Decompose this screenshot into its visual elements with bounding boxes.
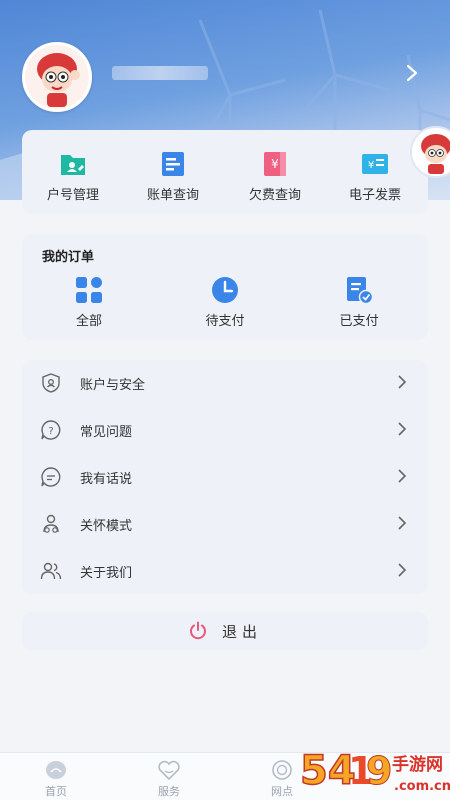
orders-title: 我的订单 [42,250,95,265]
menu-item-label: 关怀模式 [80,519,133,534]
logout-inner: 退出 [22,612,428,650]
menu-item-label: 我有话说 [80,472,133,487]
chat-icon [41,467,61,487]
quick-item-label: 欠费查询 [248,188,301,203]
question-icon: ? [41,420,61,440]
quick-item-label: 户号管理 [46,188,99,203]
svg-text:¥: ¥ [271,157,279,171]
chevron-right-icon [398,375,407,389]
shield-icon [42,373,60,393]
order-item-all[interactable]: 全部 [44,276,134,329]
logout-button[interactable]: 退出 [22,612,428,650]
quick-item-e-invoice[interactable]: ¥ 电子发票 [330,150,420,203]
account-id-icon [61,155,85,175]
order-item-pending[interactable]: 待支付 [180,276,270,329]
mascot-avatar-icon [25,45,89,109]
quick-item-account-id[interactable]: 户号管理 [28,150,118,203]
orders-card: 我的订单 全部 待支付 已支付 [22,234,428,340]
menu-item-label: 账户与安全 [80,378,146,393]
menu-item-account-security[interactable]: 账户与安全 [22,360,428,406]
tab-home[interactable]: 首页 [26,759,86,799]
menu-item-feedback[interactable]: 我有话说 [22,454,428,500]
order-item-label: 待支付 [205,314,245,329]
order-item-paid[interactable]: 已支付 [314,276,404,329]
tab-label: 首页 [45,785,67,798]
care-mode-icon [43,514,59,533]
paid-icon [347,277,373,304]
tab-label: 网点 [271,785,293,798]
menu-item-faq[interactable]: ? 常见问题 [22,407,428,453]
user-avatar[interactable] [22,42,92,112]
menu-item-label: 常见问题 [80,425,133,440]
bill-query-icon [162,152,184,176]
logout-label: 退出 [221,622,262,641]
tab-label: 服务 [158,785,180,798]
quick-item-label: 账单查询 [146,188,199,203]
svg-text:¥: ¥ [368,160,374,171]
order-item-label: 已支付 [339,314,379,329]
home-icon [46,761,66,779]
menu-item-label: 关于我们 [80,566,133,581]
pending-payment-icon [212,277,238,303]
mascot-icon [412,128,450,176]
quick-item-arrears-query[interactable]: ¥ 欠费查询 [230,150,320,203]
tab-service[interactable]: 服务 [139,759,199,799]
chevron-right-icon[interactable] [402,63,422,83]
settings-menu-card: 账户与安全 ? 常见问题 我有话说 关怀模式 关于我们 [22,360,428,594]
service-icon [158,760,180,781]
quick-actions-card: 户号管理 账单查询 ¥ 欠费查询 ¥ 电子发票 [22,130,428,214]
outlet-icon [272,760,292,780]
order-item-label: 全部 [75,314,102,329]
menu-item-care-mode[interactable]: 关怀模式 [22,501,428,547]
menu-item-about-us[interactable]: 关于我们 [22,548,428,594]
all-orders-icon [76,277,102,303]
chevron-right-icon [398,563,407,577]
chevron-right-icon [398,469,407,483]
chevron-right-icon [398,422,407,436]
power-icon [190,621,206,640]
username-placeholder [112,66,208,80]
quick-item-label: 电子发票 [348,188,401,203]
bottom-tab-bar: 首页 服务 网点 [0,752,450,800]
arrears-query-icon: ¥ [264,152,286,176]
tab-outlet[interactable]: 网点 [252,759,312,799]
e-invoice-icon: ¥ [362,154,388,174]
chevron-right-icon [398,516,407,530]
svg-text:?: ? [48,426,53,437]
users-icon [40,562,62,580]
quick-item-bill-query[interactable]: 账单查询 [128,150,218,203]
